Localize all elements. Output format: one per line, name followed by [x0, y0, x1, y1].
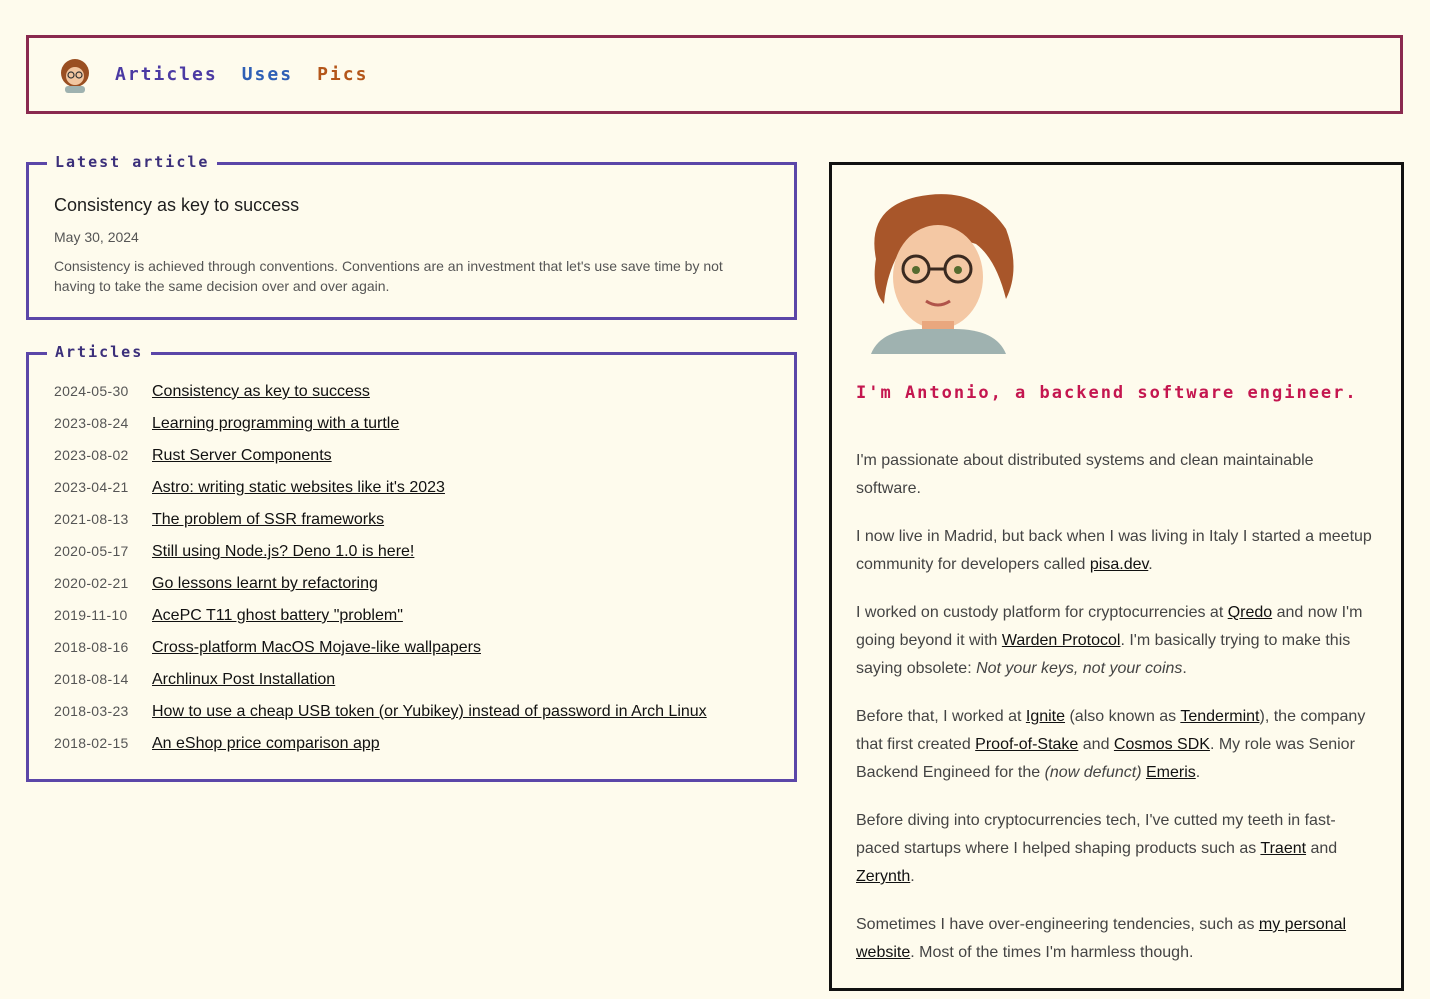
- text: I'm passionate about distributed systems…: [856, 452, 1314, 497]
- text: .: [1148, 556, 1153, 573]
- ignite-link[interactable]: Ignite: [1026, 708, 1065, 725]
- list-item: 2023-08-02 Rust Server Components: [54, 447, 332, 465]
- article-date: 2021-08-13: [54, 511, 129, 527]
- nav-pics[interactable]: Pics: [317, 64, 368, 85]
- text: .: [910, 868, 915, 885]
- articles-box: Articles 2024-05-30 Consistency as key t…: [26, 343, 797, 782]
- article-date: 2020-02-21: [54, 575, 129, 591]
- article-date: 2024-05-30: [54, 383, 129, 399]
- article-date: 2023-08-02: [54, 447, 129, 463]
- text: .: [1195, 764, 1201, 781]
- site-header: Articles Uses Pics: [26, 35, 1403, 114]
- article-link[interactable]: Learning programming with a turtle: [152, 415, 399, 433]
- text: .: [1182, 660, 1187, 677]
- warden-protocol-link[interactable]: Warden Protocol: [1002, 632, 1121, 649]
- article-date: 2019-11-10: [54, 607, 128, 623]
- traent-link[interactable]: Traent: [1260, 840, 1306, 857]
- article-date: 2023-04-21: [54, 479, 129, 495]
- latest-article-description: Consistency is achieved through conventi…: [54, 258, 723, 294]
- list-item: 2024-05-30 Consistency as key to success: [54, 383, 370, 401]
- defunct-text: (now defunct): [1044, 764, 1142, 781]
- text: and: [1306, 840, 1338, 857]
- article-date: 2018-03-23: [54, 703, 129, 719]
- article-date: 2018-02-15: [54, 735, 129, 751]
- article-link[interactable]: An eShop price comparison app: [152, 735, 380, 753]
- list-item: 2020-02-21 Go lessons learnt by refactor…: [54, 575, 378, 593]
- text: Before that, I worked at: [856, 708, 1026, 725]
- article-link[interactable]: Archlinux Post Installation: [152, 671, 335, 689]
- latest-article-date: May 30, 2024: [54, 229, 139, 245]
- list-item: 2018-08-16 Cross-platform MacOS Mojave-l…: [54, 639, 481, 657]
- about-paragraph: I worked on custody platform for cryptoc…: [856, 599, 1376, 683]
- portrait-avatar: [871, 194, 1014, 354]
- article-link[interactable]: Go lessons learnt by refactoring: [152, 575, 378, 593]
- about-paragraph: Before diving into cryptocurrencies tech…: [856, 807, 1376, 891]
- cosmos-sdk-link[interactable]: Cosmos SDK: [1114, 736, 1210, 753]
- text: and: [1078, 736, 1114, 753]
- tendermint-link[interactable]: Tendermint: [1180, 708, 1259, 725]
- nav-articles[interactable]: Articles: [115, 64, 218, 85]
- about-paragraph: Before that, I worked at Ignite (also kn…: [856, 703, 1376, 787]
- about-card: I'm Antonio, a backend software engineer…: [829, 162, 1404, 991]
- about-headline: I'm Antonio, a backend software engineer…: [856, 383, 1358, 403]
- list-item: 2018-03-23 How to use a cheap USB token …: [54, 703, 707, 721]
- article-link[interactable]: The problem of SSR frameworks: [152, 511, 384, 529]
- article-link[interactable]: Cross-platform MacOS Mojave-like wallpap…: [152, 639, 481, 657]
- quote-text: Not your keys, not your coins: [976, 660, 1183, 677]
- zerynth-link[interactable]: Zerynth: [856, 868, 910, 885]
- avatar-logo-icon[interactable]: [55, 55, 95, 95]
- list-item: 2021-08-13 The problem of SSR frameworks: [54, 511, 384, 529]
- text: . Most of the times I'm harmless though.: [910, 944, 1194, 961]
- list-item: 2019-11-10 AcePC T11 ghost battery "prob…: [54, 607, 403, 625]
- article-link[interactable]: How to use a cheap USB token (or Yubikey…: [152, 703, 707, 721]
- list-item: 2018-08-14 Archlinux Post Installation: [54, 671, 335, 689]
- about-paragraph: I now live in Madrid, but back when I wa…: [856, 523, 1376, 579]
- about-paragraph: Sometimes I have over-engineering tenden…: [856, 911, 1376, 967]
- article-date: 2018-08-14: [54, 671, 129, 687]
- article-link[interactable]: AcePC T11 ghost battery "problem": [152, 607, 403, 625]
- article-link[interactable]: Consistency as key to success: [152, 383, 370, 401]
- list-item: 2020-05-17 Still using Node.js? Deno 1.0…: [54, 543, 414, 561]
- about-paragraph: I'm passionate about distributed systems…: [856, 447, 1376, 503]
- text: Sometimes I have over-engineering tenden…: [856, 916, 1259, 933]
- proof-of-stake-link[interactable]: Proof-of-Stake: [975, 736, 1078, 753]
- latest-article-box: Latest article Consistency as key to suc…: [26, 153, 797, 320]
- latest-article-title[interactable]: Consistency as key to success: [54, 195, 299, 216]
- articles-legend: Articles: [47, 343, 152, 361]
- article-date: 2018-08-16: [54, 639, 129, 655]
- article-link[interactable]: Still using Node.js? Deno 1.0 is here!: [152, 543, 414, 561]
- article-date: 2020-05-17: [54, 543, 129, 559]
- list-item: 2023-04-21 Astro: writing static website…: [54, 479, 445, 497]
- qredo-link[interactable]: Qredo: [1228, 604, 1272, 621]
- pisa-dev-link[interactable]: pisa.dev: [1090, 556, 1148, 573]
- latest-article-legend: Latest article: [47, 153, 218, 171]
- nav-uses[interactable]: Uses: [242, 64, 293, 85]
- list-item: 2023-08-24 Learning programming with a t…: [54, 415, 399, 433]
- text: I worked on custody platform for cryptoc…: [856, 604, 1228, 621]
- text: (also known as: [1065, 708, 1181, 725]
- article-link[interactable]: Astro: writing static websites like it's…: [152, 479, 445, 497]
- article-date: 2023-08-24: [54, 415, 129, 431]
- emeris-link[interactable]: Emeris: [1146, 764, 1196, 781]
- article-link[interactable]: Rust Server Components: [152, 447, 332, 465]
- list-item: 2018-02-15 An eShop price comparison app: [54, 735, 380, 753]
